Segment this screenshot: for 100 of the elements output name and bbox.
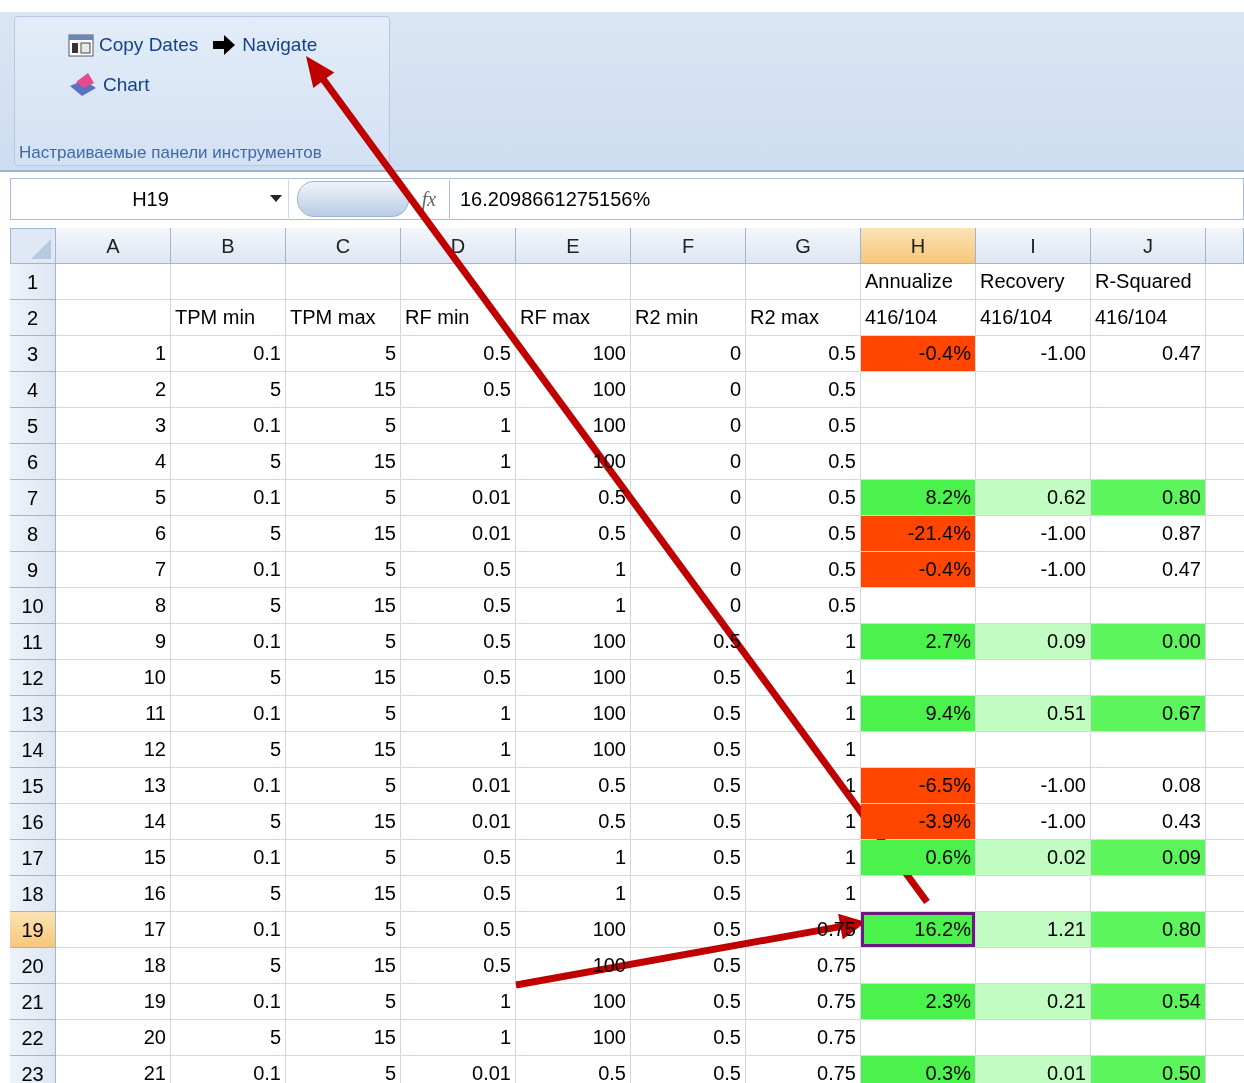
table-cell-text: 17 xyxy=(142,917,167,942)
row-header[interactable]: 21 xyxy=(10,984,56,1020)
row-header[interactable]: 5 xyxy=(10,408,56,444)
table-cell: 0.3% xyxy=(861,1056,975,1083)
table-cell-text: 0.01 xyxy=(471,809,512,834)
table-cell-text: 0.5 xyxy=(482,953,512,978)
table-cell-text: 0.5 xyxy=(597,1061,627,1083)
row-header[interactable]: 9 xyxy=(10,552,56,588)
table-cell-text: 1 xyxy=(153,341,167,366)
table-cell-text: 0 xyxy=(728,449,742,474)
table-cell-text: 100 xyxy=(591,1025,627,1050)
table-cell-text: 0.5 xyxy=(482,665,512,690)
row-header[interactable]: 3 xyxy=(10,336,56,372)
table-cell-text: 0 xyxy=(728,341,742,366)
table-cell-text: 0.01 xyxy=(471,773,512,798)
table-cell: 0.01 xyxy=(976,1056,1090,1083)
table-cell-text: 7 xyxy=(153,557,167,582)
table-cell-text: 0 xyxy=(728,485,742,510)
table-cell-text: 0.1 xyxy=(252,557,282,582)
column-header[interactable]: B xyxy=(171,228,286,264)
table-cell-text: 0 xyxy=(728,593,742,618)
table-cell-text: 5 xyxy=(268,593,282,618)
table-cell-text: 0.43 xyxy=(1161,809,1202,834)
table-cell-text: 5 xyxy=(268,881,282,906)
table-cell-text: 5 xyxy=(268,737,282,762)
column-header[interactable]: J xyxy=(1091,228,1206,264)
row-header[interactable]: 11 xyxy=(10,624,56,660)
table-cell: -6.5% xyxy=(861,768,975,803)
row-header[interactable]: 7 xyxy=(10,480,56,516)
table-cell-text: 1 xyxy=(843,665,857,690)
table-cell-text: 5 xyxy=(383,1061,397,1083)
table-cell-text: 11 xyxy=(144,701,167,726)
row-header[interactable]: 19 xyxy=(10,912,56,948)
table-cell-text: 0.5 xyxy=(712,953,742,978)
row-header[interactable]: 10 xyxy=(10,588,56,624)
splitter-handle[interactable] xyxy=(297,181,409,217)
table-cell-text: 5 xyxy=(268,953,282,978)
row-header[interactable]: 2 xyxy=(10,300,56,336)
table-cell-text: -1.00 xyxy=(1039,341,1087,366)
table-cell-text: 14 xyxy=(142,809,167,834)
table-cell-text: 13 xyxy=(142,773,167,798)
row-header[interactable]: 14 xyxy=(10,732,56,768)
column-header[interactable] xyxy=(1206,228,1244,264)
table-cell-text: 0.1 xyxy=(252,845,282,870)
table-cell-text: 100 xyxy=(591,665,627,690)
row-header[interactable]: 6 xyxy=(10,444,56,480)
row-header[interactable]: 17 xyxy=(10,840,56,876)
table-cell-text: 0.01 xyxy=(471,521,512,546)
function-button[interactable]: fx xyxy=(409,187,449,211)
table-cell-text: 0.5 xyxy=(482,629,512,654)
column-header[interactable]: C xyxy=(286,228,401,264)
row-header[interactable]: 8 xyxy=(10,516,56,552)
table-cell-text: -1.00 xyxy=(1039,557,1087,582)
table-cell-text: 15 xyxy=(372,809,397,834)
table-cell: 0.80 xyxy=(1091,912,1205,947)
row-header[interactable]: 15 xyxy=(10,768,56,804)
table-cell-text: 1 xyxy=(498,701,512,726)
formula-field[interactable]: 16.2098661275156% xyxy=(449,180,1243,218)
table-cell-text: 100 xyxy=(591,629,627,654)
table-cell-text: 21 xyxy=(142,1061,167,1083)
column-header[interactable]: H xyxy=(861,228,976,264)
table-cell-text: 15 xyxy=(372,1025,397,1050)
row-header[interactable]: 16 xyxy=(10,804,56,840)
column-header[interactable]: D xyxy=(401,228,516,264)
select-all-button[interactable] xyxy=(10,228,56,264)
table-cell-text: 5 xyxy=(383,773,397,798)
column-header[interactable]: I xyxy=(976,228,1091,264)
table-cell-text: 16 xyxy=(142,881,167,906)
row-header[interactable]: 13 xyxy=(10,696,56,732)
table-cell-text: 0.1 xyxy=(252,413,282,438)
table-cell: -3.9% xyxy=(861,804,975,839)
ribbon-button[interactable]: Copy Dates xyxy=(67,33,199,57)
table-cell-text: -1.00 xyxy=(1039,521,1087,546)
row-header[interactable]: 20 xyxy=(10,948,56,984)
table-cell-text: 15 xyxy=(372,521,397,546)
row-header[interactable]: 4 xyxy=(10,372,56,408)
ribbon-button[interactable]: Navigate xyxy=(210,33,318,57)
column-header[interactable]: G xyxy=(746,228,861,264)
column-header[interactable]: E xyxy=(516,228,631,264)
column-header[interactable]: F xyxy=(631,228,746,264)
row-header[interactable]: 23 xyxy=(10,1056,56,1083)
ribbon-button[interactable]: Chart xyxy=(67,72,150,98)
corner-triangle-icon xyxy=(31,239,51,259)
row-header[interactable]: 12 xyxy=(10,660,56,696)
table-cell: 9.4% xyxy=(861,696,975,731)
row-header[interactable]: 18 xyxy=(10,876,56,912)
table-cell-text: 5 xyxy=(383,989,397,1014)
table-cell-text: 0.1 xyxy=(252,485,282,510)
table-cell-text: 0.5 xyxy=(827,593,857,618)
table-cell-text: 3 xyxy=(153,413,167,438)
table-cell-text: 0.87 xyxy=(1161,521,1202,546)
table-cell-text: 9 xyxy=(153,629,167,654)
table-cell: -0.4% xyxy=(861,552,975,587)
table-cell-text: 15 xyxy=(372,665,397,690)
table-cell: 16.2% xyxy=(861,912,975,947)
table-cell-text: 18 xyxy=(142,953,167,978)
name-box[interactable]: H19 xyxy=(11,180,289,218)
row-header[interactable]: 1 xyxy=(10,264,56,300)
column-header[interactable]: A xyxy=(56,228,171,264)
row-header[interactable]: 22 xyxy=(10,1020,56,1056)
